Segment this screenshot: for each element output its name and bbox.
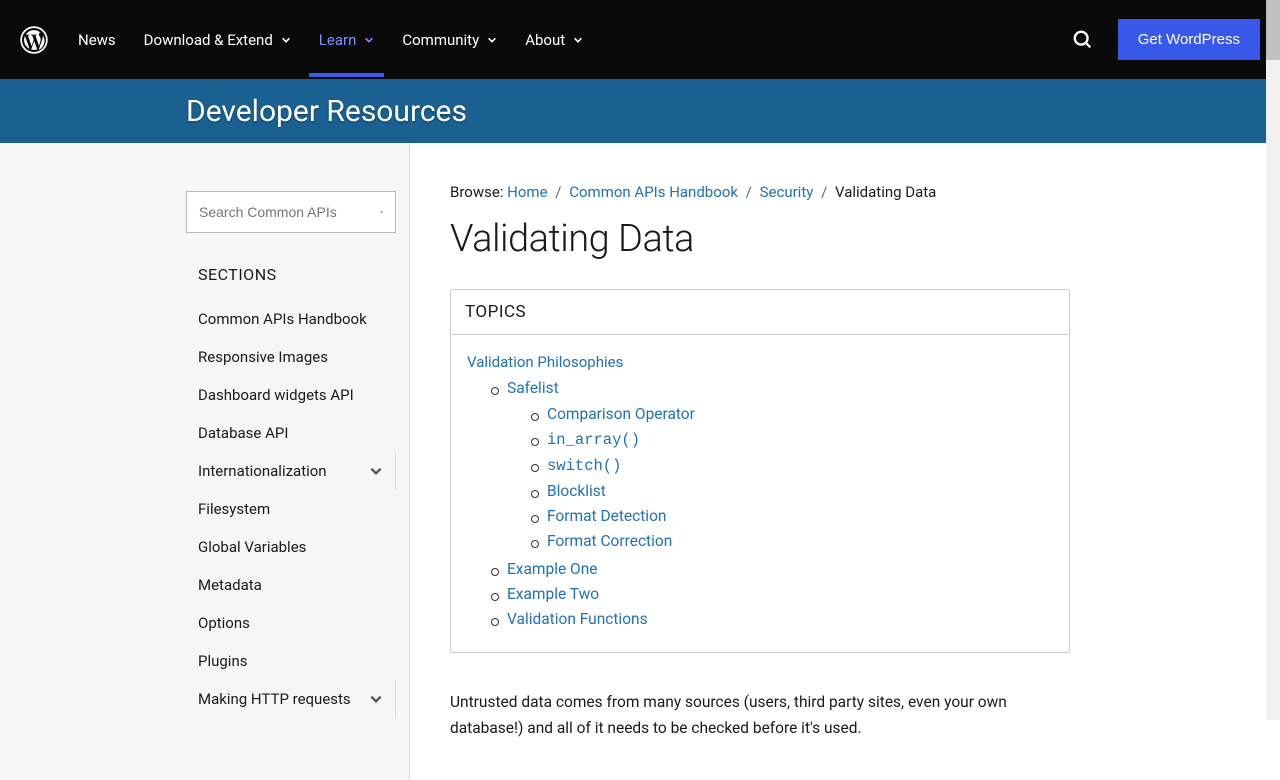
topic-format-detection[interactable]: Format Detection	[547, 507, 666, 525]
chevron-down-icon	[364, 35, 374, 45]
sidebar-item-database-api[interactable]: Database API	[186, 414, 396, 452]
sidebar-item-plugins[interactable]: Plugins	[186, 642, 396, 680]
sidebar-item-options[interactable]: Options	[186, 604, 396, 642]
sidebar-item-filesystem[interactable]: Filesystem	[186, 490, 396, 528]
sections-heading: SECTIONS	[186, 265, 396, 284]
topics-header: TOPICS	[451, 290, 1069, 335]
scrollbar[interactable]	[1266, 0, 1280, 720]
content-wrapper: SECTIONS Common APIs Handbook Responsive…	[0, 143, 1280, 780]
topbar-right: Get WordPress	[1072, 19, 1260, 60]
sidebar-item-handbook[interactable]: Common APIs Handbook	[186, 300, 396, 338]
sidebar-item-responsive-images[interactable]: Responsive Images	[186, 338, 396, 376]
breadcrumb: Browse: Home / Common APIs Handbook / Se…	[450, 183, 1070, 201]
nav-download-extend[interactable]: Download & Extend	[144, 31, 291, 49]
nav-community[interactable]: Community	[402, 31, 497, 49]
sidebar-item-global-variables[interactable]: Global Variables	[186, 528, 396, 566]
search-icon[interactable]	[380, 204, 383, 220]
top-navbar: News Download & Extend Learn Community A…	[0, 0, 1280, 79]
topic-safelist[interactable]: Safelist	[507, 379, 559, 397]
topic-in-array[interactable]: in_array()	[547, 431, 640, 449]
sidebar-item-http-requests[interactable]: Making HTTP requests	[186, 680, 396, 718]
topic-format-correction[interactable]: Format Correction	[547, 532, 672, 550]
scrollbar-thumb[interactable]	[1266, 0, 1280, 60]
page-title: Validating Data	[450, 217, 1070, 261]
topic-example-one[interactable]: Example One	[507, 560, 598, 578]
sidebar: SECTIONS Common APIs Handbook Responsive…	[0, 143, 410, 780]
wordpress-logo[interactable]	[20, 26, 48, 54]
sidebar-search[interactable]	[186, 191, 396, 233]
sidebar-item-i18n[interactable]: Internationalization	[186, 452, 396, 490]
chevron-down-icon[interactable]	[369, 692, 383, 706]
search-icon[interactable]	[1072, 29, 1094, 51]
topics-box: TOPICS Validation Philosophies Safelist …	[450, 289, 1070, 653]
breadcrumb-current: Validating Data	[835, 183, 936, 201]
main-content: Browse: Home / Common APIs Handbook / Se…	[410, 143, 1110, 780]
topics-body: Validation Philosophies Safelist Compari…	[451, 335, 1069, 652]
nav-news[interactable]: News	[78, 31, 116, 49]
chevron-down-icon[interactable]	[369, 464, 383, 478]
breadcrumb-handbook[interactable]: Common APIs Handbook	[569, 183, 738, 201]
breadcrumb-home[interactable]: Home	[507, 183, 547, 201]
nav-learn[interactable]: Learn	[319, 31, 375, 49]
topic-example-two[interactable]: Example Two	[507, 585, 599, 603]
intro-paragraph: Untrusted data comes from many sources (…	[450, 689, 1070, 742]
get-wordpress-button[interactable]: Get WordPress	[1118, 19, 1260, 60]
topic-comparison-operator[interactable]: Comparison Operator	[547, 405, 695, 423]
topic-validation-functions[interactable]: Validation Functions	[507, 610, 648, 628]
search-input[interactable]	[199, 204, 380, 220]
topic-validation-philosophies[interactable]: Validation Philosophies	[467, 353, 623, 371]
breadcrumb-security[interactable]: Security	[760, 183, 814, 201]
hero-title: Developer Resources	[186, 94, 467, 129]
primary-nav: News Download & Extend Learn Community A…	[78, 31, 583, 49]
chevron-down-icon	[487, 35, 497, 45]
topic-switch[interactable]: switch()	[547, 457, 621, 475]
chevron-down-icon	[281, 35, 291, 45]
nav-about[interactable]: About	[525, 31, 583, 49]
hero-banner: Developer Resources	[0, 79, 1280, 143]
sidebar-item-metadata[interactable]: Metadata	[186, 566, 396, 604]
chevron-down-icon	[573, 35, 583, 45]
sections-list: Common APIs Handbook Responsive Images D…	[186, 300, 396, 718]
topic-blocklist[interactable]: Blocklist	[547, 482, 606, 500]
sidebar-item-dashboard-widgets[interactable]: Dashboard widgets API	[186, 376, 396, 414]
